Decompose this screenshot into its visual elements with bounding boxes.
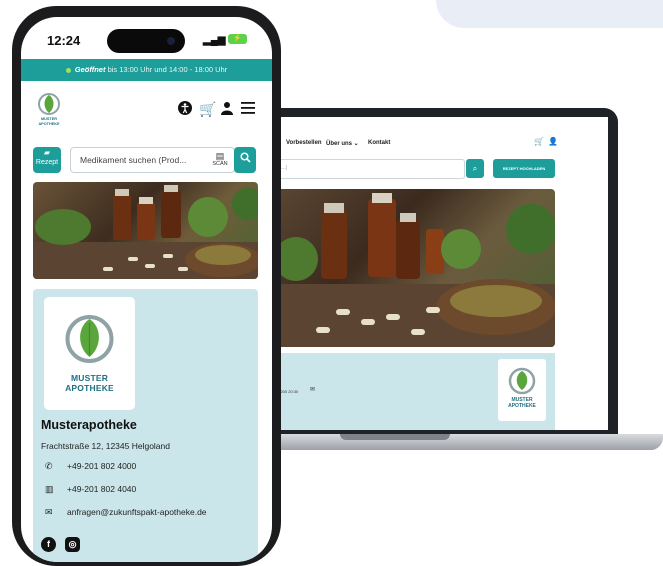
contact-email-row[interactable]: ✉ anfragen@zukunftspakt-apotheke.de	[45, 507, 207, 518]
laptop-logo-icon	[508, 367, 536, 395]
scan-label: SCAN	[212, 161, 228, 167]
dynamic-island	[107, 29, 185, 53]
fax-icon: ▥	[45, 484, 54, 494]
pharmacy-name: Musterapotheke	[41, 418, 137, 432]
rezept-label: Rezept	[35, 159, 59, 166]
status-bar: 12:24 ▂▄▆ 4G ⚡	[21, 17, 272, 59]
phone-icon: ✆	[45, 461, 53, 471]
laptop-notch	[340, 434, 450, 440]
header-logo-icon	[38, 93, 60, 115]
cart-icon[interactable]: 🛒	[199, 101, 216, 118]
search-row: ▰ Rezept Medikament suchen (Prod... ▤ SC…	[21, 143, 272, 179]
phone-screen: 12:24 ▂▄▆ 4G ⚡ Geöffnet bis 13:00 Uhr un…	[21, 17, 272, 562]
facebook-icon[interactable]: f	[41, 537, 56, 552]
laptop-info-section: - 200 20:30 ✉ MUSTER APOTHEKE	[276, 353, 555, 430]
contact-email: anfragen@zukunftspakt-apotheke.de	[67, 507, 207, 517]
header-logo-line2: APOTHEKE	[38, 121, 60, 126]
nav-item-ueber-uns[interactable]: Über uns ⌄	[326, 140, 359, 147]
laptop-screen: Vorbestellen Über uns ⌄ Kontakt 🛒 👤 k...…	[276, 117, 608, 430]
laptop-nav: Vorbestellen Über uns ⌄ Kontakt	[276, 117, 608, 147]
camera-dot	[167, 37, 175, 45]
logo-line1: MUSTER	[70, 373, 109, 383]
scan-icon: ▤	[215, 151, 225, 161]
search-button[interactable]	[234, 147, 256, 173]
laptop-contact-text: - 200 20:30	[278, 389, 299, 394]
mail-icon: ✉	[45, 507, 53, 517]
status-time: 12:24	[47, 33, 81, 48]
contact-phone: +49-201 802 4000	[67, 461, 137, 471]
user-icon[interactable]	[221, 101, 233, 118]
battery-icon: ⚡	[228, 34, 247, 44]
contact-fax: +49-201 802 4040	[67, 484, 137, 494]
background-shape	[436, 0, 663, 28]
nav-item-kontakt[interactable]: Kontakt	[368, 140, 390, 146]
logo-line2: APOTHEKE	[65, 383, 114, 393]
scan-button[interactable]: ▤ SCAN	[209, 151, 231, 167]
laptop-rezept-upload-button[interactable]: REZEPT HOCHLADEN	[493, 159, 555, 178]
laptop-rezept-upload-label: REZEPT HOCHLADEN	[502, 166, 546, 171]
rezept-button[interactable]: ▰ Rezept	[33, 147, 61, 173]
pharmacy-address: Frachtstraße 12, 12345 Helgoland	[41, 441, 170, 451]
laptop-hero-image	[276, 189, 555, 347]
accessibility-icon[interactable]	[178, 101, 192, 118]
search-icon	[239, 152, 251, 163]
nav-item-ueber-uns-label: Über uns	[326, 141, 353, 147]
laptop-user-icon[interactable]: 👤	[548, 137, 558, 146]
laptop-cart-icon[interactable]: 🛒	[534, 137, 544, 146]
contact-phone-row[interactable]: ✆ +49-201 802 4000	[45, 461, 136, 472]
laptop-logo-line2: APOTHEKE	[508, 403, 536, 409]
opening-hours: bis 13:00 Uhr und 14:00 - 18:00 Uhr	[107, 65, 228, 74]
laptop-logo-card: MUSTER APOTHEKE	[498, 359, 546, 421]
opening-hours-banner: Geöffnet bis 13:00 Uhr und 14:00 - 18:00…	[21, 59, 272, 81]
open-status: Geöffnet	[74, 65, 106, 74]
hero-image	[33, 182, 258, 279]
instagram-icon[interactable]: ◎	[65, 537, 80, 552]
header: MUSTER APOTHEKE 🛒	[21, 81, 272, 143]
laptop-base	[250, 434, 663, 450]
prescription-icon: ▰	[43, 148, 51, 157]
menu-icon[interactable]	[241, 101, 255, 117]
search-placeholder: Medikament suchen (Prod...	[80, 155, 187, 165]
pharmacy-info-card: MUSTER APOTHEKE Musterapotheke Frachtstr…	[33, 289, 258, 562]
laptop-search-input[interactable]: k...)	[276, 159, 465, 179]
laptop-mail-icon: ✉	[310, 387, 316, 393]
pharmacy-logo-icon	[65, 315, 114, 363]
contact-fax-row: ▥ +49-201 802 4040	[45, 484, 136, 495]
header-logo[interactable]: MUSTER APOTHEKE	[35, 91, 63, 131]
open-status-dot	[65, 67, 71, 73]
laptop-search-button[interactable]: ⌕	[466, 159, 484, 178]
search-input[interactable]: Medikament suchen (Prod... ▤ SCAN	[70, 147, 235, 173]
nav-item-vorbestellen[interactable]: Vorbestellen	[286, 140, 322, 146]
pharmacy-logo-card: MUSTER APOTHEKE	[44, 297, 135, 410]
